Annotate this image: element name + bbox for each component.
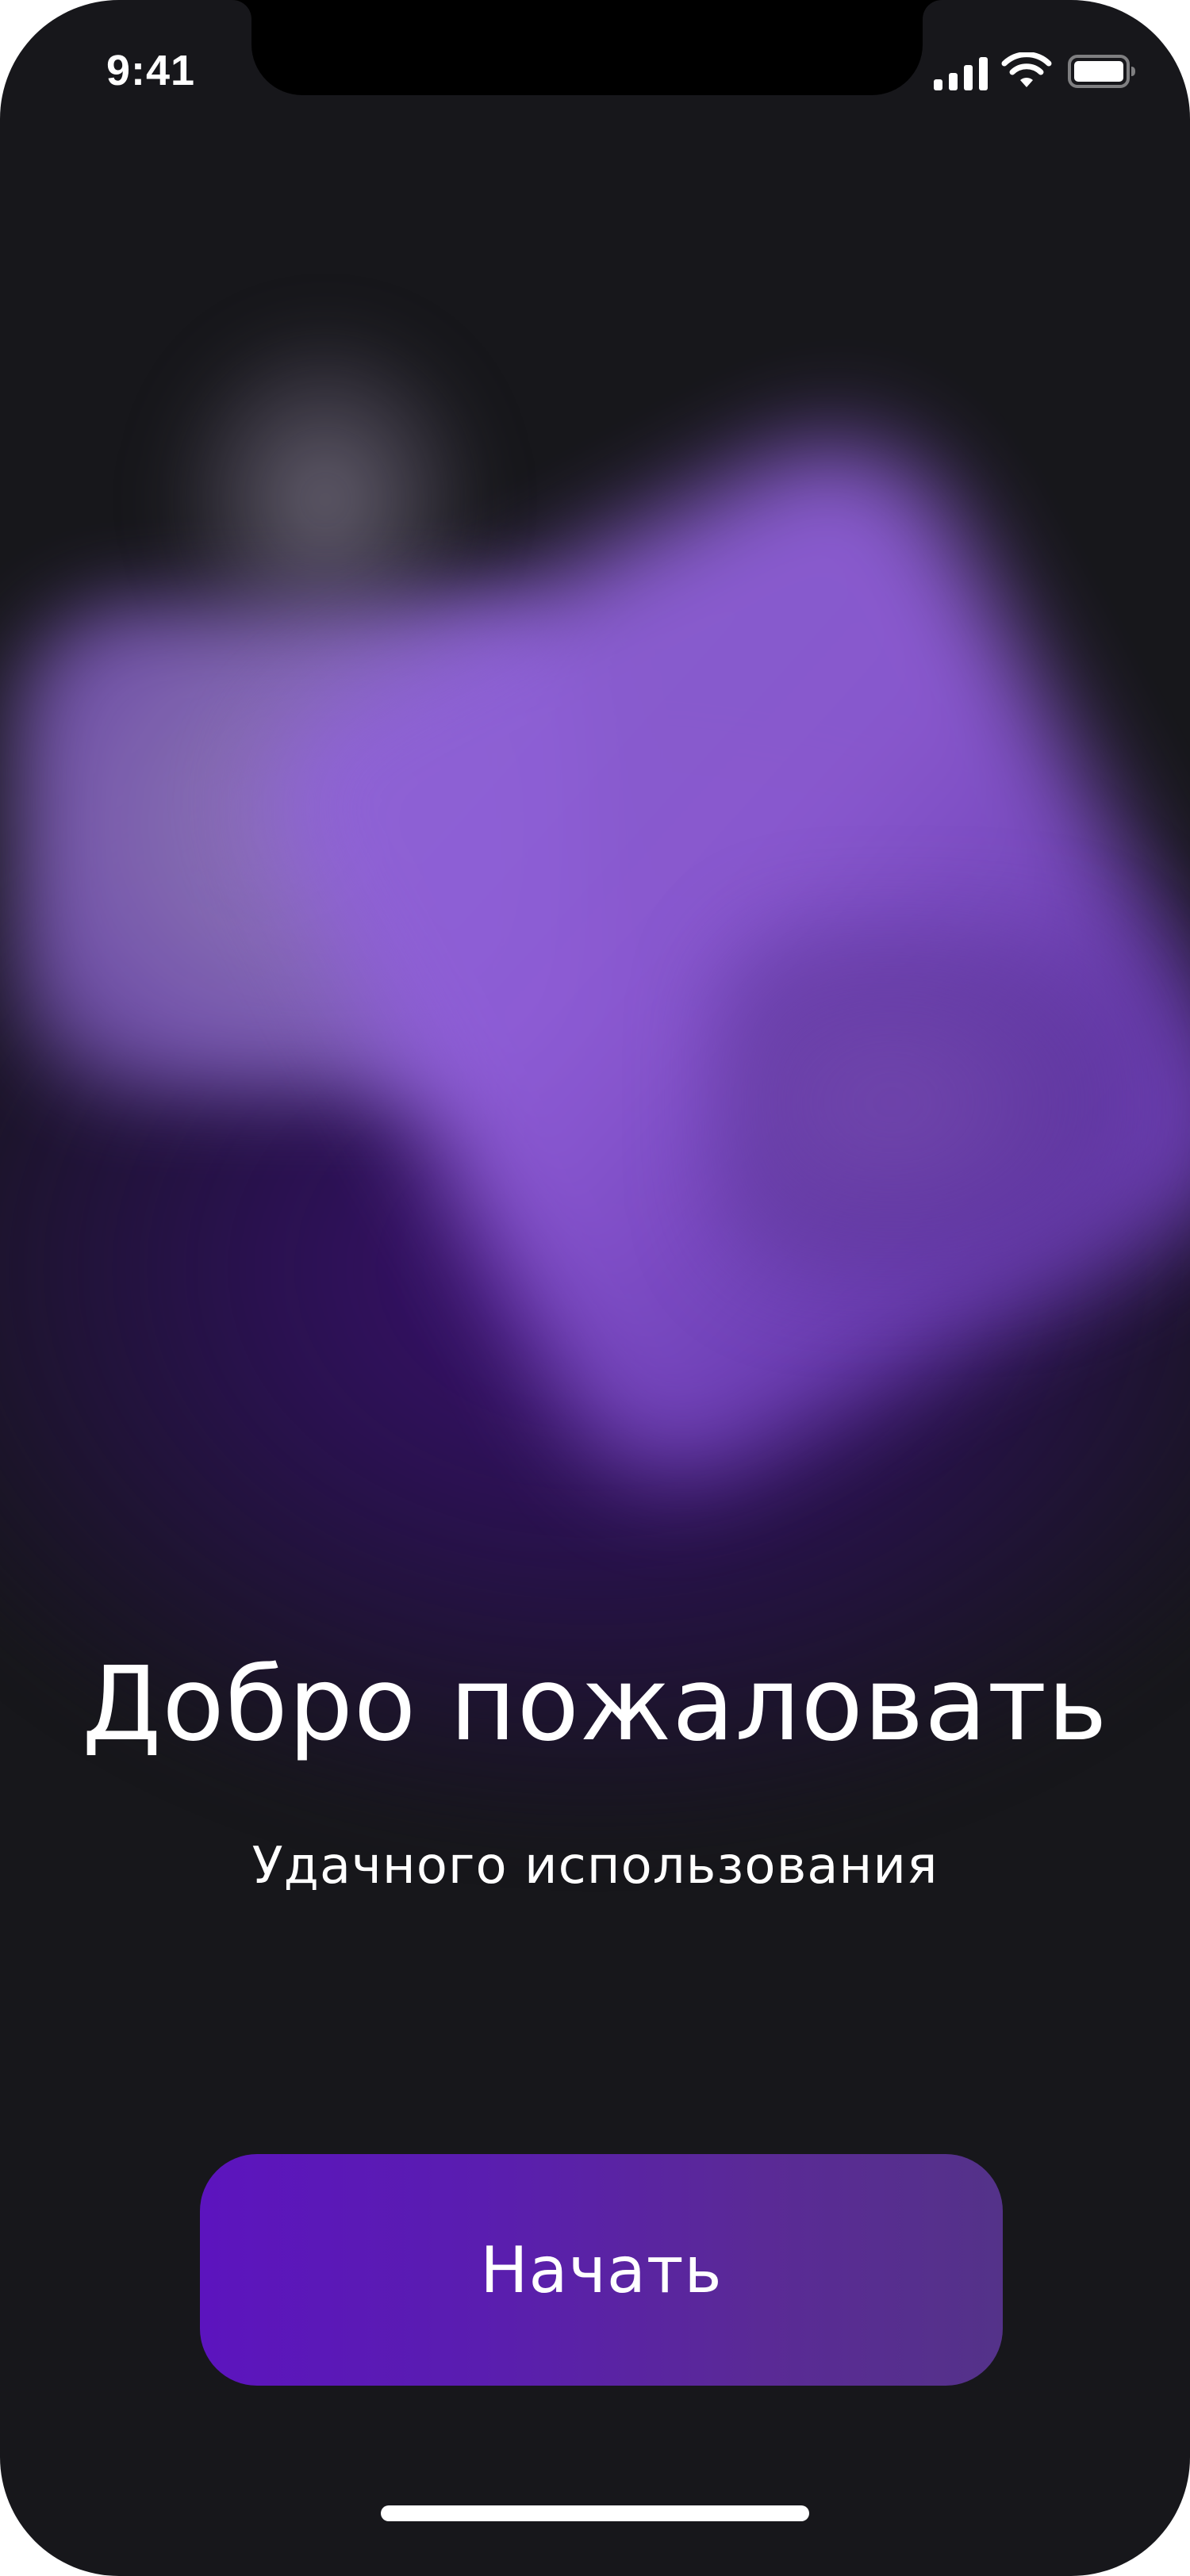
battery-icon <box>1068 55 1135 88</box>
device-notch <box>251 0 923 95</box>
background-glow-gray <box>175 333 476 666</box>
start-button[interactable]: Начать <box>200 2154 1003 2386</box>
welcome-title: Добро пожаловать <box>82 1646 1108 1764</box>
status-time: 9:41 <box>106 47 196 94</box>
home-indicator[interactable] <box>381 2505 809 2521</box>
cellular-signal-icon <box>934 57 988 90</box>
background-glow-right <box>714 912 1158 1293</box>
status-bar: 9:41 <box>0 0 1190 151</box>
phone-screen: 9:41 Добро пожаловать Удачного использов… <box>0 0 1190 2576</box>
background-glow-main <box>220 397 1190 1522</box>
start-button-label: Начать <box>480 2233 723 2307</box>
welcome-subtitle: Удачного использования <box>251 1837 939 1896</box>
background-glow-left <box>16 603 587 1094</box>
wifi-icon <box>1001 52 1052 87</box>
